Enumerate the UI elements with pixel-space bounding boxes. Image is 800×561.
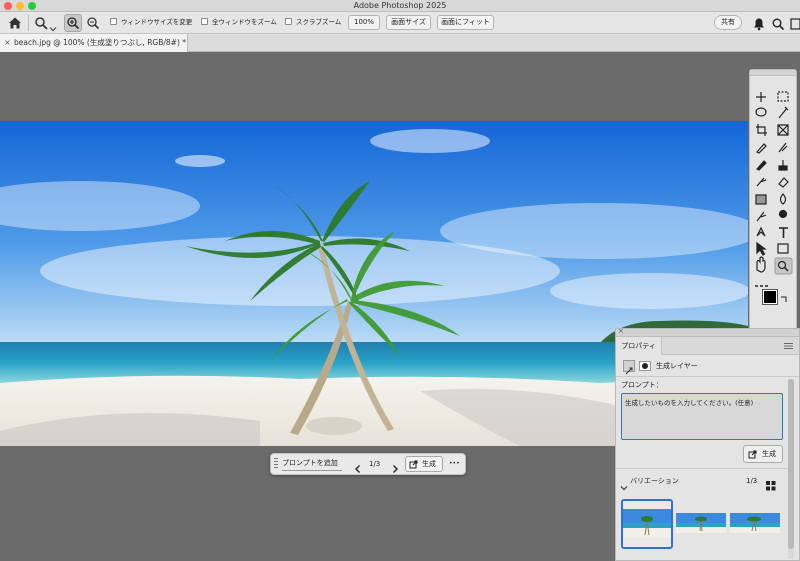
variation-page-indicator: 1/3	[369, 460, 381, 468]
variation-count: 1/3	[746, 477, 758, 485]
dodge-tool-icon[interactable]	[756, 211, 767, 222]
document-tab-bar: × beach.jpg @ 100% (生成塗りつぶし, RGB/8#) *	[0, 34, 800, 52]
fit-screen-button[interactable]: 画面サイズ	[386, 15, 431, 30]
path-selection-icon[interactable]	[756, 241, 767, 256]
zoom-tool-selected[interactable]	[774, 257, 793, 275]
document-tab[interactable]: × beach.jpg @ 100% (生成塗りつぶし, RGB/8#) *	[0, 34, 188, 52]
chevron-down-icon[interactable]	[49, 18, 57, 32]
prompt-heading: プロンプト：	[621, 381, 663, 389]
zoom-100-button[interactable]: 100%	[348, 15, 380, 30]
sponge-tool-icon[interactable]	[778, 209, 788, 219]
divider	[616, 376, 799, 377]
history-brush-icon[interactable]	[756, 177, 767, 187]
generate-button-label: 生成	[422, 460, 436, 468]
generate-icon	[409, 460, 418, 469]
next-variation-icon[interactable]	[390, 459, 400, 473]
prompt-placeholder: 生成したいものを入力してください。(任意)	[625, 399, 754, 407]
options-bar: ウィンドウサイズを変更 全ウィンドウをズーム スクラブズーム 100% 画面サイ…	[0, 12, 800, 34]
rectangle-tool-icon[interactable]	[777, 243, 789, 254]
fill-screen-button[interactable]: 画面にフィット	[437, 15, 494, 30]
properties-panel: × プロパティ 生成レイヤー プロンプト： 生成したいものを入力してください。(…	[615, 327, 800, 561]
magic-wand-icon[interactable]	[778, 106, 789, 119]
layer-mask-icon	[639, 361, 651, 371]
close-panel-icon[interactable]: ×	[618, 327, 624, 335]
contextual-taskbar: プロンプトを追加 1/3 生成 •••	[270, 453, 466, 475]
tool-icons	[755, 91, 793, 287]
generate-icon	[748, 450, 757, 459]
zoom-in-icon[interactable]	[64, 14, 82, 32]
variation-thumbnail-3[interactable]	[730, 513, 780, 533]
swap-colors-icon[interactable]	[780, 288, 788, 302]
bell-icon[interactable]	[752, 16, 766, 31]
divider	[616, 468, 788, 469]
variation-thumbnail-2[interactable]	[676, 513, 726, 533]
marquee-tool-icon[interactable]	[777, 91, 789, 102]
panel-menu-icon[interactable]	[784, 343, 793, 349]
type-tool-icon[interactable]	[779, 227, 788, 238]
resize-window-checkbox[interactable]	[110, 18, 117, 25]
scrubby-zoom-label: スクラブズーム	[296, 18, 342, 26]
zoom-all-windows-checkbox[interactable]	[201, 18, 208, 25]
generative-layer-icon	[623, 360, 635, 375]
stamp-tool-icon[interactable]	[778, 160, 788, 171]
add-prompt-field[interactable]: プロンプトを追加	[282, 456, 342, 471]
move-tool-icon[interactable]	[756, 92, 766, 102]
search-icon[interactable]	[771, 16, 785, 31]
properties-tab[interactable]: プロパティ	[616, 337, 662, 355]
home-icon[interactable]	[7, 15, 23, 31]
resize-window-label: ウィンドウサイズを変更	[121, 18, 193, 26]
foreground-color-swatch[interactable]	[762, 289, 778, 305]
share-button[interactable]: 共有	[714, 15, 742, 30]
window-title: Adobe Photoshop 2025	[353, 1, 447, 10]
properties-tab-bar: プロパティ	[616, 337, 799, 355]
brush-tool-icon[interactable]	[756, 160, 767, 171]
spot-healing-icon[interactable]	[778, 142, 788, 153]
tools-panel	[749, 69, 797, 331]
scrubby-zoom-checkbox[interactable]	[285, 18, 292, 25]
zoom-all-windows-label: 全ウィンドウをズーム	[212, 18, 277, 26]
chevron-down-icon[interactable]	[620, 477, 628, 491]
frame-tool-icon[interactable]	[777, 124, 789, 136]
eyedropper-icon[interactable]	[756, 143, 767, 154]
title-bar: Adobe Photoshop 2025	[0, 0, 800, 12]
drag-handle-icon[interactable]	[274, 458, 278, 470]
crop-tool-icon[interactable]	[756, 124, 767, 136]
zoom-out-icon[interactable]	[85, 15, 101, 31]
blur-tool-icon[interactable]	[779, 193, 787, 205]
prompt-input[interactable]: 生成したいものを入力してください。(任意)	[621, 393, 783, 440]
variation-thumbnail-1[interactable]	[621, 499, 673, 549]
lasso-tool-icon[interactable]	[755, 107, 767, 117]
zoom-icon[interactable]	[33, 15, 49, 31]
generate-button-label: 生成	[762, 450, 776, 458]
previous-variation-icon[interactable]	[353, 459, 363, 473]
close-tab-icon[interactable]: ×	[4, 34, 11, 52]
eraser-tool-icon[interactable]	[778, 177, 789, 188]
tools-panel-header[interactable]	[750, 70, 796, 76]
document-tab-title: beach.jpg @ 100% (生成塗りつぶし, RGB/8#) *	[14, 38, 187, 47]
hand-tool-icon[interactable]	[756, 256, 766, 273]
gradient-tool-icon[interactable]	[755, 194, 767, 205]
pen-tool-icon[interactable]	[756, 226, 766, 237]
generate-button[interactable]: 生成	[405, 456, 443, 472]
divider	[28, 15, 29, 31]
properties-panel-header[interactable]: ×	[616, 327, 799, 337]
workspace-icon[interactable]	[790, 16, 800, 30]
grid-view-icon[interactable]	[766, 476, 776, 491]
panel-scrollbar[interactable]	[788, 379, 794, 559]
more-options-icon[interactable]: •••	[449, 454, 460, 474]
layer-type-label: 生成レイヤー	[656, 362, 698, 370]
variations-heading: バリエーション	[630, 477, 679, 485]
generate-button-panel[interactable]: 生成	[743, 445, 783, 463]
